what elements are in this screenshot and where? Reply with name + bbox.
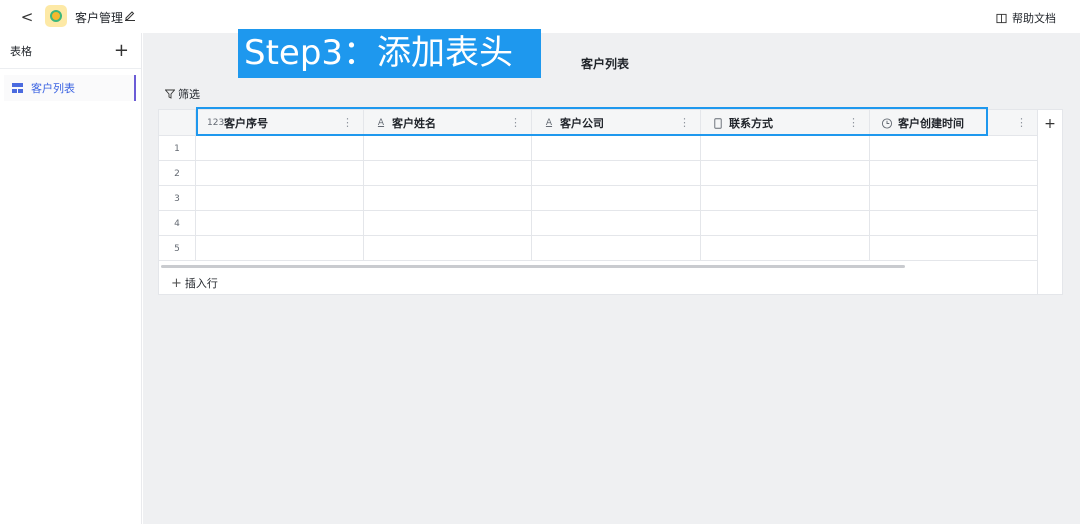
help-docs-label: 帮助文档 bbox=[1012, 12, 1056, 25]
table-cell[interactable] bbox=[700, 211, 869, 236]
edit-pencil-icon[interactable] bbox=[124, 9, 136, 21]
table-cell[interactable] bbox=[531, 236, 700, 261]
table-cell[interactable] bbox=[869, 186, 1037, 211]
column-header-customer-name[interactable]: A 客户姓名 ⋮ bbox=[363, 110, 531, 136]
row-number: 3 bbox=[174, 193, 180, 204]
table-cell[interactable] bbox=[363, 136, 531, 161]
plus-icon: + bbox=[171, 275, 182, 291]
insert-row-label: 插入行 bbox=[184, 277, 218, 290]
column-header-contact[interactable]: 联系方式 ⋮ bbox=[700, 110, 869, 136]
filter-funnel-icon bbox=[165, 89, 175, 99]
clock-icon bbox=[881, 117, 893, 129]
table-cell[interactable] bbox=[700, 186, 869, 211]
table-cell[interactable] bbox=[531, 136, 700, 161]
column-menu-button[interactable]: ⋮ bbox=[510, 116, 521, 129]
table-cell[interactable] bbox=[195, 211, 363, 236]
table-cell[interactable] bbox=[363, 236, 531, 261]
table-cell[interactable] bbox=[869, 236, 1037, 261]
app-title: 客户管理 bbox=[75, 11, 124, 25]
column-menu-button[interactable]: ⋮ bbox=[679, 116, 690, 129]
column-header-label: 客户公司 bbox=[560, 117, 604, 130]
column-header-created-time[interactable]: 客户创建时间 ⋮ bbox=[869, 110, 1037, 136]
column-menu-button[interactable]: ⋮ bbox=[848, 116, 859, 129]
number-type-icon: 123 bbox=[207, 118, 225, 128]
text-type-icon: A bbox=[545, 118, 553, 128]
app-logo-icon bbox=[45, 5, 67, 27]
column-menu-button[interactable]: ⋮ bbox=[1016, 116, 1027, 129]
table-row[interactable]: 3 bbox=[159, 186, 1037, 211]
table-row[interactable]: 1 bbox=[159, 136, 1037, 161]
sidebar-item-label: 客户列表 bbox=[31, 82, 75, 95]
table-cell[interactable] bbox=[531, 161, 700, 186]
table-icon bbox=[12, 83, 23, 93]
table-cell[interactable] bbox=[363, 186, 531, 211]
table-cell[interactable] bbox=[531, 186, 700, 211]
row-number: 5 bbox=[174, 243, 180, 254]
table-row[interactable]: 5 bbox=[159, 236, 1037, 261]
book-icon bbox=[996, 13, 1007, 23]
column-header-label: 联系方式 bbox=[729, 117, 773, 130]
row-number: 1 bbox=[174, 143, 180, 154]
sidebar-header: 表格 + bbox=[0, 33, 141, 69]
table-row[interactable]: 4 bbox=[159, 211, 1037, 236]
table-cell[interactable] bbox=[869, 211, 1037, 236]
table-cell[interactable] bbox=[700, 136, 869, 161]
column-header-label: 客户序号 bbox=[224, 117, 268, 130]
page-title: 客户列表 bbox=[581, 57, 630, 71]
table-header-row: 123 客户序号 ⋮ A 客户姓名 ⋮ A 客户公司 ⋮ 联系方式 ⋮ 客户创建… bbox=[159, 110, 1037, 136]
table-cell[interactable] bbox=[869, 136, 1037, 161]
add-table-button[interactable]: + bbox=[114, 41, 129, 60]
sidebar-item-customer-list[interactable]: 客户列表 bbox=[4, 75, 136, 101]
data-table: 123 客户序号 ⋮ A 客户姓名 ⋮ A 客户公司 ⋮ 联系方式 ⋮ 客户创建… bbox=[158, 109, 1038, 295]
table-cell[interactable] bbox=[195, 186, 363, 211]
row-number: 4 bbox=[174, 218, 180, 229]
table-cell[interactable] bbox=[531, 211, 700, 236]
table-cell[interactable] bbox=[363, 211, 531, 236]
table-cell[interactable] bbox=[869, 161, 1037, 186]
table-cell[interactable] bbox=[195, 136, 363, 161]
insert-row-button[interactable]: + 插入行 bbox=[171, 275, 218, 291]
step-annotation-banner: Step3：添加表头 bbox=[238, 29, 541, 78]
table-cell[interactable] bbox=[363, 161, 531, 186]
table-cell[interactable] bbox=[195, 161, 363, 186]
help-docs-link[interactable]: 帮助文档 bbox=[996, 10, 1056, 26]
text-type-icon: A bbox=[377, 118, 385, 128]
sidebar-title: 表格 bbox=[10, 44, 32, 58]
table-cell[interactable] bbox=[195, 236, 363, 261]
table-row[interactable]: 2 bbox=[159, 161, 1037, 186]
back-button[interactable]: < bbox=[20, 8, 34, 26]
column-header-customer-company[interactable]: A 客户公司 ⋮ bbox=[531, 110, 700, 136]
column-menu-button[interactable]: ⋮ bbox=[342, 116, 353, 129]
row-number: 2 bbox=[174, 168, 180, 179]
table-cell[interactable] bbox=[700, 161, 869, 186]
horizontal-scrollbar[interactable] bbox=[161, 265, 905, 268]
column-header-label: 客户姓名 bbox=[392, 117, 436, 130]
column-header-label: 客户创建时间 bbox=[898, 117, 964, 130]
table-cell[interactable] bbox=[700, 236, 869, 261]
column-header-customer-id[interactable]: 123 客户序号 ⋮ bbox=[195, 110, 363, 136]
add-column-button[interactable]: + bbox=[1038, 109, 1063, 295]
phone-icon bbox=[714, 117, 722, 129]
filter-label: 筛选 bbox=[178, 88, 200, 101]
sidebar: 表格 + 客户列表 bbox=[0, 33, 142, 524]
filter-button[interactable]: 筛选 bbox=[165, 86, 200, 102]
